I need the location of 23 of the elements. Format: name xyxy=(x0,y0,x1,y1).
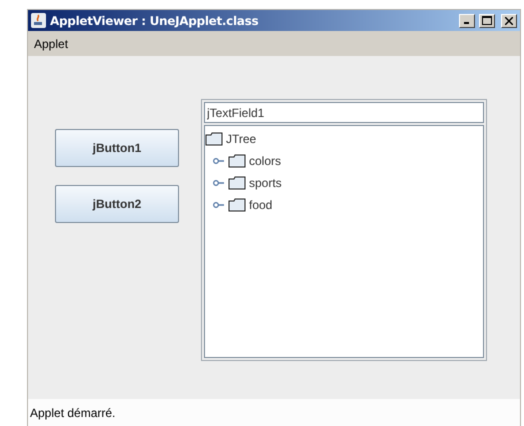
folder-icon xyxy=(228,154,246,168)
folder-icon xyxy=(205,132,223,146)
expand-handle-icon[interactable] xyxy=(213,200,225,210)
tree-node-label[interactable]: food xyxy=(249,198,272,212)
window-title: AppletViewer : UneJApplet.class xyxy=(50,14,260,28)
close-icon xyxy=(505,16,513,24)
tree-node-label[interactable]: colors xyxy=(249,154,282,168)
expand-handle-icon[interactable] xyxy=(213,178,225,188)
push-button[interactable]: jButton2 xyxy=(55,185,179,223)
expand-handle-icon[interactable] xyxy=(213,156,225,166)
menu-item[interactable]: Applet xyxy=(34,36,68,50)
push-button[interactable]: jButton1 xyxy=(55,129,179,167)
folder-icon xyxy=(228,198,246,212)
tree-node-label[interactable]: sports xyxy=(249,176,282,190)
text-field[interactable]: jTextField1 xyxy=(204,102,484,123)
folder-icon xyxy=(228,176,246,190)
minimize-button[interactable] xyxy=(459,14,475,28)
status-text: Applet démarré. xyxy=(30,406,116,420)
maximize-button[interactable] xyxy=(479,14,495,28)
close-button[interactable] xyxy=(501,14,517,28)
maximize-icon xyxy=(482,16,492,25)
cup-icon xyxy=(31,13,46,28)
tree-node-label[interactable]: JTree xyxy=(226,132,256,146)
